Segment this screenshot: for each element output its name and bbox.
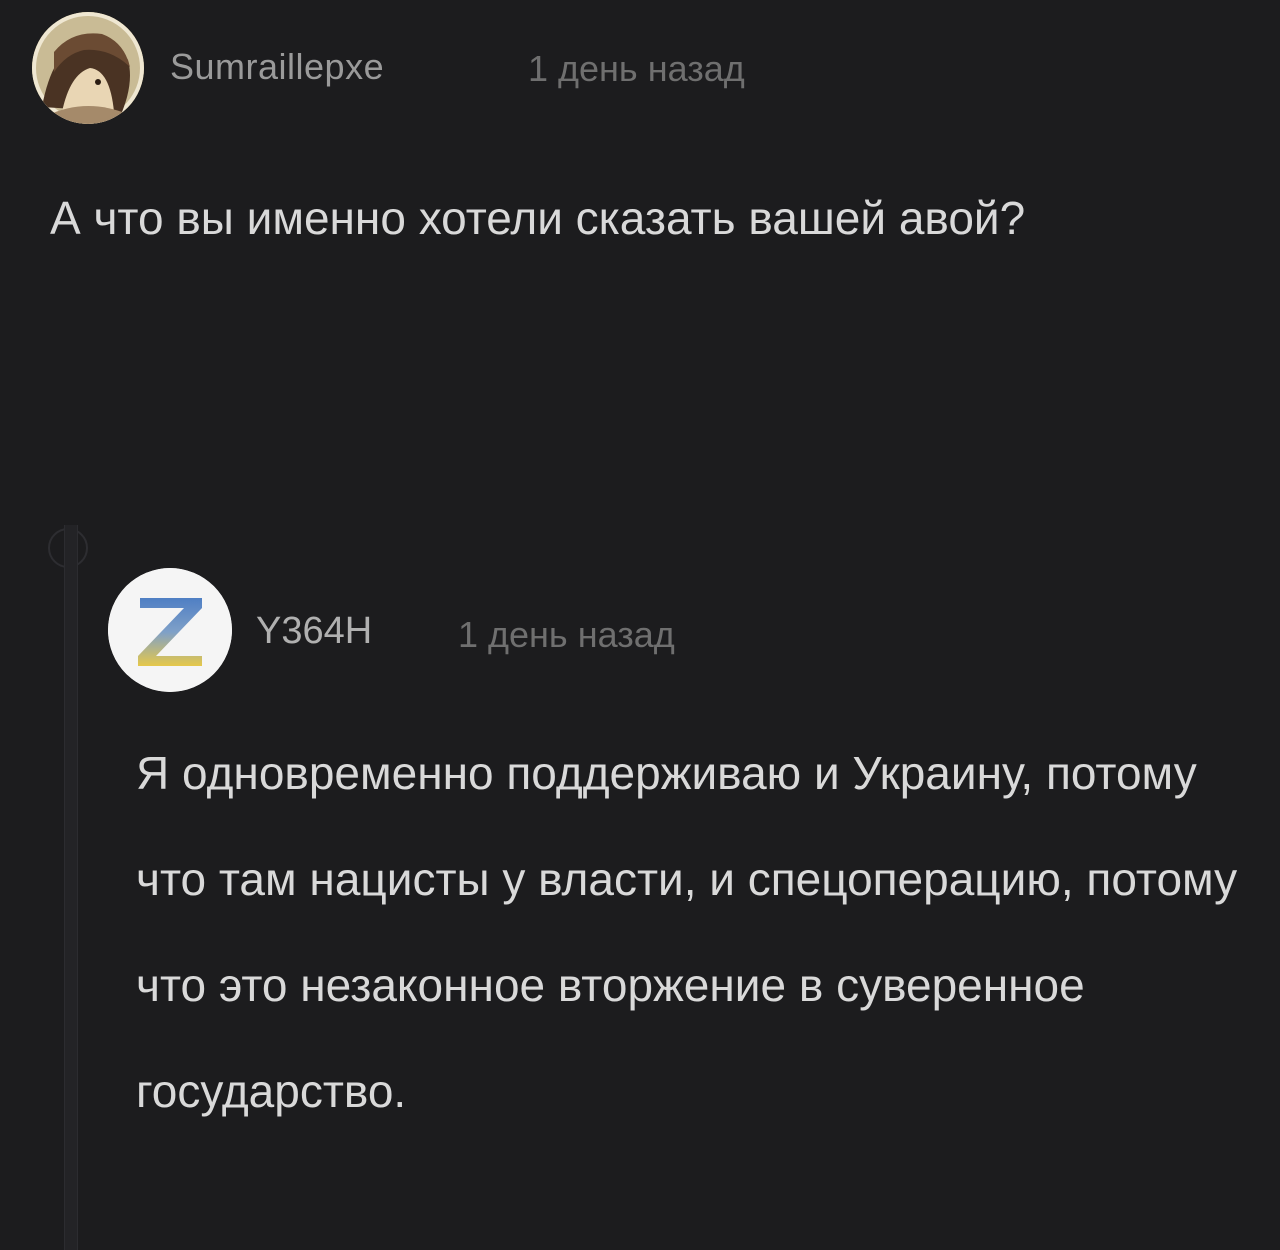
reply-comment: Y364H 1 день назад Я одновременно поддер… xyxy=(0,560,1280,1250)
user-avatar[interactable] xyxy=(108,568,232,692)
letter-z-avatar-icon xyxy=(108,568,232,692)
comment: Sumraillepxe 1 день назад А что вы именн… xyxy=(0,0,1280,520)
comment-timestamp: 1 день назад xyxy=(458,614,675,655)
comment-text: Я одновременно поддерживаю и Украину, по… xyxy=(136,747,1238,1117)
comment-timestamp: 1 день назад xyxy=(528,48,745,89)
comment-text: А что вы именно хотели сказать вашей аво… xyxy=(50,192,1026,244)
comment-author[interactable]: Y364H xyxy=(256,610,372,653)
comment-author[interactable]: Sumraillepxe xyxy=(170,46,384,88)
user-avatar[interactable] xyxy=(32,12,144,124)
anime-character-avatar-icon xyxy=(32,12,144,124)
